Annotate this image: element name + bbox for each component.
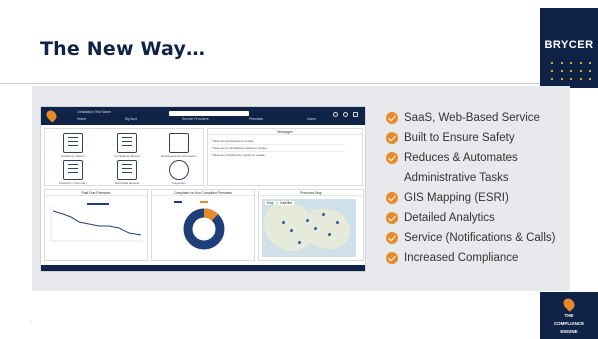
bullet-item: GIS Mapping (ESRI) <box>386 188 576 208</box>
nav-home[interactable]: Home <box>77 117 86 121</box>
compliance-donut-chart <box>174 201 225 250</box>
slide: The New Way… BRYCER Jurisdiction Test Na… <box>0 0 598 339</box>
check-circle-icon <box>386 192 398 204</box>
compliance-engine-block: THE COMPLIANCE ENGINE <box>540 292 598 339</box>
map-pin[interactable] <box>298 241 301 244</box>
bullet-item: Detailed Analytics <box>386 208 576 228</box>
message-divider <box>211 144 345 145</box>
search-input[interactable] <box>169 111 249 116</box>
deficiency-report-icon[interactable] <box>63 133 83 153</box>
tile-label: Compliance Report <box>114 154 140 158</box>
map-pin[interactable] <box>336 221 339 224</box>
slide-marker: ▪ <box>31 320 33 324</box>
bullet-text: Built to Ensure Safety <box>404 132 515 144</box>
map-tab-satellite[interactable]: Satellite <box>278 201 295 205</box>
past-due-line-chart <box>50 203 143 242</box>
premises-map-panel: Premises Map Map Satellite <box>258 189 364 261</box>
bullet-text: Service (Notifications & Calls) <box>404 232 556 244</box>
chart-title: Premises Map <box>259 190 363 196</box>
check-circle-icon <box>386 232 398 244</box>
tile-label: Requested Documentation <box>161 154 197 158</box>
map-pin[interactable] <box>314 227 317 230</box>
map-pin[interactable] <box>328 233 331 236</box>
app-topbar: Jurisdiction Test Name Home My Acct Serv… <box>41 107 365 125</box>
help-icon[interactable] <box>333 112 338 117</box>
logo-line: THE <box>564 313 574 318</box>
submitted-reports-icon[interactable] <box>117 160 137 180</box>
logout-icon[interactable] <box>353 112 358 117</box>
nav-service-providers[interactable]: Service Providers <box>182 117 209 121</box>
title-divider <box>0 83 540 84</box>
message-item[interactable]: There are 0 deficiency reports to review <box>212 153 265 157</box>
brycer-logo: BRYCER <box>544 39 594 51</box>
chart-title: Compliant vs Non Compliant Premises <box>152 190 254 196</box>
premises-map[interactable]: Map Satellite <box>262 199 356 257</box>
map-pin[interactable] <box>322 213 325 216</box>
logo-line: ENGINE <box>560 329 578 334</box>
message-divider <box>211 151 345 152</box>
check-circle-icon <box>386 152 398 164</box>
nav-my-acct[interactable]: My Acct <box>125 117 137 121</box>
deficiency-summary-icon[interactable] <box>63 160 83 180</box>
bullet-text: Detailed Analytics <box>404 212 495 224</box>
check-circle-icon <box>386 112 398 124</box>
logo-line: COMPLIANCE <box>553 321 585 326</box>
bullet-text: GIS Mapping (ESRI) <box>404 192 509 204</box>
settings-icon[interactable] <box>343 112 348 117</box>
check-circle-icon <box>386 252 398 264</box>
messages-panel: Messages There are 0 premises to review … <box>207 128 363 186</box>
tile-label: Deficiency Report <box>61 154 85 158</box>
mail-icon[interactable] <box>169 133 189 153</box>
app-screenshot: Jurisdiction Test Name Home My Acct Serv… <box>40 106 366 272</box>
chart-title: Past Due Premises <box>45 190 147 196</box>
slide-title: The New Way… <box>40 38 206 60</box>
compliance-report-icon[interactable] <box>117 133 137 153</box>
map-pin[interactable] <box>306 219 309 222</box>
bullet-text: Reduces & Automates <box>404 152 518 164</box>
messages-title: Messages <box>208 129 362 135</box>
past-due-panel: Past Due Premises <box>44 189 148 261</box>
quick-links-panel: Deficiency Report Compliance Report Requ… <box>44 128 204 186</box>
org-name: Jurisdiction Test Name <box>77 110 112 114</box>
clock-icon[interactable] <box>169 160 189 180</box>
bullet-item: Built to Ensure Safety <box>386 128 576 148</box>
brycer-brand-block: BRYCER <box>540 8 598 88</box>
nav-premises[interactable]: Premises <box>249 117 263 121</box>
bullet-item: Reduces & Automates <box>386 148 576 168</box>
map-pin[interactable] <box>290 229 293 232</box>
tile-label: Submitted Reports <box>114 181 140 185</box>
bullet-text: Increased Compliance <box>404 252 519 264</box>
check-circle-icon <box>386 132 398 144</box>
bullet-item: Service (Notifications & Calls) <box>386 228 576 248</box>
nav-users[interactable]: Users <box>307 117 316 121</box>
compliance-panel: Compliant vs Non Compliant Premises <box>151 189 255 261</box>
compliance-engine-logo: THE COMPLIANCE ENGINE <box>548 296 590 334</box>
message-item[interactable]: There are 0 premises to review <box>212 139 253 143</box>
check-circle-icon <box>386 212 398 224</box>
bullet-text: SaaS, Web-Based Service <box>404 112 540 124</box>
tile-label: Deficiency Summary <box>59 181 87 185</box>
bullet-item: Increased Compliance <box>386 248 576 268</box>
bullet-continuation: Administrative Tasks <box>404 172 509 184</box>
flame-logo-icon <box>44 108 59 123</box>
map-tab-map[interactable]: Map <box>265 201 276 205</box>
map-pin[interactable] <box>282 221 285 224</box>
tile-label: Inspection <box>172 181 186 185</box>
message-item[interactable]: There are 0 compliance reports to review <box>212 146 267 150</box>
app-footer <box>41 265 365 271</box>
flame-icon <box>561 296 577 312</box>
bullet-item: SaaS, Web-Based Service <box>386 108 576 128</box>
decorative-dots <box>551 62 591 86</box>
